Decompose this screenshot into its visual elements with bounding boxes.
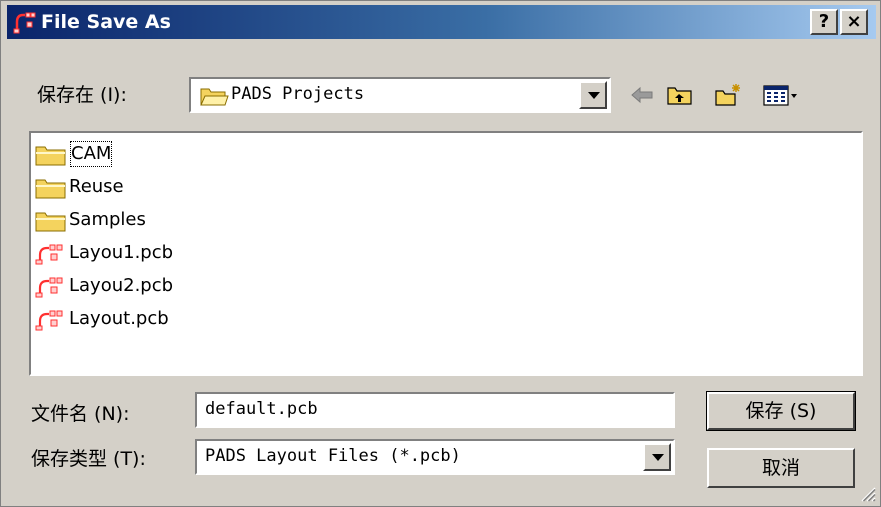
list-item-name: Reuse — [69, 176, 124, 197]
open-folder-icon — [200, 88, 229, 106]
folder-icon — [35, 146, 66, 166]
back-arrow-icon[interactable] — [627, 83, 657, 107]
pads-app-icon — [13, 12, 36, 34]
up-one-level-icon[interactable] — [665, 83, 695, 107]
pcb-file-icon — [35, 277, 63, 298]
list-item-name: Layou1.pcb — [69, 242, 174, 263]
pcb-file-icon — [35, 244, 63, 265]
save-in-dropdown-button[interactable] — [579, 81, 607, 109]
folder-icon — [35, 179, 66, 199]
save-type-value: PADS Layout Files (*.pcb) — [205, 446, 461, 466]
folder-icon — [35, 212, 66, 232]
file-name-value: default.pcb — [205, 399, 318, 419]
pcb-file-icon — [35, 310, 63, 331]
list-item-name: Samples — [69, 209, 146, 230]
file-name-input[interactable]: default.pcb — [195, 392, 675, 428]
file-list[interactable]: CAM Reuse Samples Layou1.pcb Layou2.pcb … — [29, 131, 863, 376]
chevron-down-icon — [652, 454, 664, 461]
chevron-down-icon — [588, 92, 600, 99]
file-name-label: 文件名 (N): — [31, 403, 130, 425]
window-title: File Save As — [41, 11, 171, 33]
file-save-as-dialog: File Save As ? × 保存在 (I): PADS Projects — [0, 0, 881, 507]
resize-grip-icon[interactable] — [858, 484, 876, 502]
save-button[interactable]: 保存 (S) — [706, 391, 856, 431]
save-type-label: 保存类型 (T): — [31, 448, 146, 470]
save-in-value: PADS Projects — [231, 84, 365, 104]
save-type-dropdown[interactable]: PADS Layout Files (*.pcb) — [195, 439, 675, 475]
list-item-name: CAM — [69, 140, 113, 168]
view-menu-icon[interactable] — [761, 83, 801, 107]
cancel-button[interactable]: 取消 — [707, 448, 855, 488]
list-item-name: Layout.pcb — [69, 308, 169, 329]
save-in-dropdown[interactable]: PADS Projects — [189, 77, 611, 113]
save-in-label: 保存在 (I): — [37, 84, 127, 106]
list-item-name: Layou2.pcb — [69, 275, 174, 296]
close-button[interactable]: × — [840, 9, 868, 35]
title-bar[interactable]: File Save As ? × — [7, 5, 876, 39]
help-button[interactable]: ? — [810, 9, 838, 35]
save-type-dropdown-button[interactable] — [643, 443, 671, 471]
new-folder-icon[interactable] — [713, 83, 743, 107]
